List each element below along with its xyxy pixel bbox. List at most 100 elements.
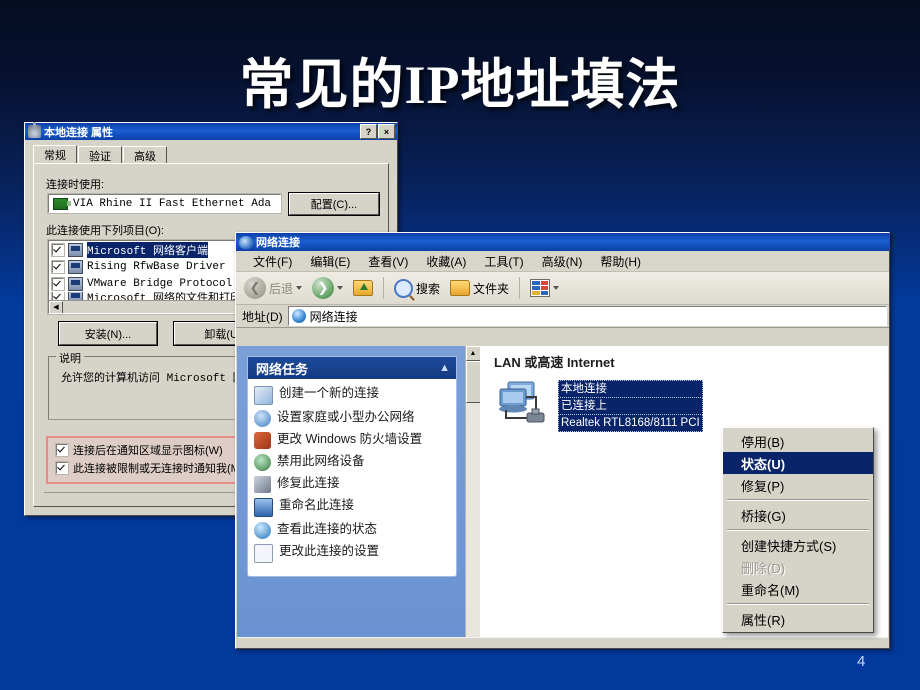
home-network-icon bbox=[254, 410, 271, 427]
forward-button[interactable]: ❯ bbox=[308, 275, 347, 301]
explorer-titlebar: 网络连接 bbox=[236, 233, 889, 251]
address-bar: 地址(D) 网络连接 bbox=[236, 305, 889, 328]
context-menu-separator bbox=[727, 529, 869, 531]
context-menu-item-rename[interactable]: 重命名(M) bbox=[723, 578, 873, 600]
context-menu-item-properties[interactable]: 属性(R) bbox=[723, 608, 873, 630]
tab-advanced[interactable]: 高级 bbox=[123, 146, 167, 164]
menu-help[interactable]: 帮助(H) bbox=[591, 252, 650, 271]
context-menu-item-repair[interactable]: 修复(P) bbox=[723, 474, 873, 496]
menu-edit[interactable]: 编辑(E) bbox=[301, 252, 359, 271]
address-label: 地址(D) bbox=[242, 309, 283, 324]
task-setup-home-network[interactable]: 设置家庭或小型办公网络 bbox=[254, 410, 452, 427]
dialog-tabs: 常规 验证 高级 bbox=[33, 145, 389, 164]
back-arrow-icon: ❮ bbox=[244, 277, 266, 299]
context-menu-item-bridge[interactable]: 桥接(G) bbox=[723, 504, 873, 526]
network-tasks-title: 网络任务 bbox=[256, 361, 309, 377]
content-vscrollbar[interactable]: ▲ bbox=[465, 346, 481, 638]
task-label: 设置家庭或小型办公网络 bbox=[277, 410, 415, 424]
address-value: 网络连接 bbox=[309, 309, 358, 324]
back-dropdown-icon[interactable] bbox=[296, 286, 303, 290]
views-dropdown-icon[interactable] bbox=[553, 286, 560, 290]
component-label: Microsoft 网络客户端 bbox=[87, 241, 209, 258]
dialog-titlebar: 本地连接 属性 ? × bbox=[25, 122, 397, 140]
context-menu-item-create-shortcut[interactable]: 创建快捷方式(S) bbox=[723, 534, 873, 556]
menu-view[interactable]: 查看(V) bbox=[359, 252, 417, 271]
notify-limited-option[interactable]: 此连接被限制或无连接时通知我(M bbox=[55, 460, 240, 476]
slide-number: 4 bbox=[857, 653, 866, 670]
scroll-left-arrow[interactable]: ◀ bbox=[49, 300, 63, 313]
forward-arrow-icon: ❯ bbox=[312, 277, 335, 299]
network-tasks-header[interactable]: 网络任务 ▲ bbox=[248, 357, 456, 379]
network-connection-icon bbox=[28, 122, 41, 138]
close-button[interactable]: × bbox=[378, 124, 395, 139]
connection-item[interactable]: 本地连接 已连接上 Realtek RTL8168/8111 PCI bbox=[496, 380, 703, 432]
install-button[interactable]: 安装(N)... bbox=[58, 321, 158, 346]
toolbar-separator bbox=[383, 277, 385, 299]
task-view-status[interactable]: 查看此连接的状态 bbox=[254, 522, 452, 539]
tab-authentication[interactable]: 验证 bbox=[78, 146, 122, 164]
globe-icon bbox=[291, 309, 306, 323]
component-label: Rising RfwBase Driver bbox=[87, 260, 226, 273]
component-checkbox[interactable] bbox=[51, 276, 65, 291]
help-button[interactable]: ? bbox=[360, 124, 377, 139]
task-create-new-connection[interactable]: 创建一个新的连接 bbox=[254, 386, 452, 405]
menubar: 文件(F) 编辑(E) 查看(V) 收藏(A) 工具(T) 高级(N) 帮助(H… bbox=[236, 251, 889, 272]
address-input[interactable]: 网络连接 bbox=[287, 306, 887, 326]
task-change-settings[interactable]: 更改此连接的设置 bbox=[254, 544, 452, 563]
chevron-up-icon[interactable]: ▲ bbox=[439, 362, 450, 374]
notify-icon-checkbox[interactable] bbox=[55, 443, 69, 457]
component-checkbox[interactable] bbox=[51, 242, 65, 257]
context-menu-item-disable[interactable]: 停用(B) bbox=[723, 430, 873, 452]
task-repair-connection[interactable]: 修复此连接 bbox=[254, 476, 452, 493]
component-label: VMware Bridge Protocol bbox=[87, 277, 233, 290]
network-adapter-icon bbox=[53, 197, 71, 210]
group-header: LAN 或高速 Internet bbox=[494, 355, 615, 370]
task-label: 更改 Windows 防火墙设置 bbox=[277, 432, 423, 446]
page-title: 常见的IP地址填法 bbox=[239, 55, 681, 115]
task-change-firewall-settings[interactable]: 更改 Windows 防火墙设置 bbox=[254, 432, 452, 449]
status-bar bbox=[237, 637, 888, 647]
folders-button[interactable]: 文件夹 bbox=[446, 278, 513, 299]
task-label: 查看此连接的状态 bbox=[277, 522, 378, 536]
menu-advanced[interactable]: 高级(N) bbox=[533, 252, 592, 271]
notify-limited-checkbox[interactable] bbox=[55, 461, 69, 475]
task-rename-connection[interactable]: 重命名此连接 bbox=[254, 498, 452, 517]
context-menu-item-delete: 删除(D) bbox=[741, 560, 786, 576]
description-text: 允许您的计算机访问 Microsoft 网 bbox=[61, 373, 244, 385]
configure-button[interactable]: 配置(C)... bbox=[288, 192, 380, 216]
dialog-title: 本地连接 属性 bbox=[44, 126, 114, 139]
explorer-title: 网络连接 bbox=[256, 237, 300, 249]
task-label: 禁用此网络设备 bbox=[277, 454, 365, 468]
tab-general[interactable]: 常规 bbox=[33, 145, 77, 164]
up-folder-icon bbox=[353, 280, 374, 296]
menu-tools[interactable]: 工具(T) bbox=[475, 252, 532, 271]
connection-status: 已连接上 bbox=[558, 398, 703, 415]
scroll-up-arrow[interactable]: ▲ bbox=[465, 346, 481, 361]
adapter-field[interactable]: VIA Rhine II Fast Ethernet Ada bbox=[47, 193, 282, 214]
views-icon bbox=[530, 279, 551, 297]
back-button[interactable]: ❮ 后退 bbox=[240, 275, 306, 301]
forward-dropdown-icon[interactable] bbox=[337, 286, 344, 290]
connect-using-label: 连接时使用: bbox=[46, 179, 105, 191]
views-button[interactable] bbox=[526, 277, 563, 299]
menu-favorites[interactable]: 收藏(A) bbox=[417, 252, 475, 271]
component-icon bbox=[68, 259, 83, 274]
new-connection-icon bbox=[254, 386, 273, 405]
component-icon bbox=[68, 242, 83, 257]
component-checkbox[interactable] bbox=[51, 259, 65, 274]
context-menu-separator bbox=[727, 603, 869, 605]
connection-name: 本地连接 bbox=[558, 380, 703, 398]
search-button[interactable]: 搜索 bbox=[390, 277, 444, 300]
task-label: 修复此连接 bbox=[277, 476, 340, 490]
rename-icon bbox=[254, 498, 273, 517]
menu-file[interactable]: 文件(F) bbox=[244, 252, 301, 271]
task-disable-device[interactable]: 禁用此网络设备 bbox=[254, 454, 452, 471]
network-connections-icon bbox=[239, 235, 253, 249]
up-button[interactable] bbox=[349, 278, 377, 298]
notify-icon-option[interactable]: 连接后在通知区域显示图标(W) bbox=[55, 442, 223, 458]
search-icon bbox=[394, 278, 414, 298]
task-label: 创建一个新的连接 bbox=[279, 386, 380, 400]
context-menu-item-status[interactable]: 状态(U) bbox=[723, 452, 873, 474]
firewall-icon bbox=[254, 432, 271, 449]
scroll-thumb[interactable] bbox=[465, 361, 481, 403]
